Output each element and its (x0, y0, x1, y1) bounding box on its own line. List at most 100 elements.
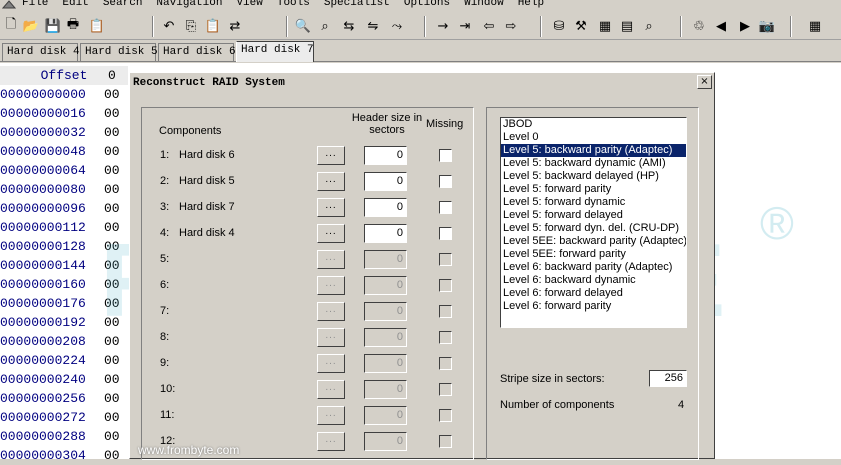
browse-component-button[interactable]: ... (317, 354, 345, 373)
missing-checkbox[interactable] (439, 357, 452, 370)
undo-icon[interactable]: ↶ (160, 17, 178, 35)
menu-window[interactable]: Window (464, 0, 504, 9)
header-size-input[interactable]: 0 (364, 146, 407, 165)
hex-byte-cell[interactable]: 00 (104, 199, 126, 218)
raid-type-list[interactable]: JBOD Level 0 Level 5: backward parity (Ada… (500, 117, 687, 328)
missing-checkbox[interactable] (439, 383, 452, 396)
menu-options[interactable]: Options (404, 0, 450, 9)
hex-byte-cell[interactable]: 00 (104, 446, 126, 465)
header-size-input[interactable]: 0 (364, 224, 407, 243)
header-size-input[interactable]: 0 (364, 354, 407, 373)
paste-icon[interactable]: 📋 (204, 17, 222, 35)
header-size-input[interactable]: 0 (364, 250, 407, 269)
header-size-input[interactable]: 0 (364, 198, 407, 217)
goto-icon[interactable]: → (434, 17, 452, 35)
menu-tools[interactable]: Tools (277, 0, 310, 9)
header-size-input[interactable]: 0 (364, 302, 407, 321)
replace-icon[interactable]: ⇆ (340, 17, 358, 35)
raid-type-option[interactable]: Level 6: forward parity (501, 300, 686, 313)
header-size-input[interactable]: 0 (364, 406, 407, 425)
raid-type-option[interactable]: Level 5EE: forward parity (501, 248, 686, 261)
raid-type-option[interactable]: Level 5: forward dynamic (501, 196, 686, 209)
hex-byte-cell[interactable]: 00 (104, 218, 126, 237)
raid-type-option[interactable]: JBOD (501, 118, 686, 131)
browse-component-button[interactable]: ... (317, 302, 345, 321)
hex-byte-cell[interactable]: 00 (104, 351, 126, 370)
header-size-input[interactable]: 0 (364, 276, 407, 295)
hex-byte-cell[interactable]: 00 (104, 161, 126, 180)
browse-component-button[interactable]: ... (317, 146, 345, 165)
hex-byte-cell[interactable]: 00 (104, 275, 126, 294)
hex-byte-cell[interactable]: 00 (104, 237, 126, 256)
raid-type-option[interactable]: Level 5: backward parity (Adaptec) (501, 144, 686, 157)
replace-hex-icon[interactable]: ⇋ (364, 17, 382, 35)
header-size-input[interactable]: 0 (364, 172, 407, 191)
menu-edit[interactable]: Edit (62, 0, 88, 9)
forward-icon[interactable]: ⇨ (502, 17, 520, 35)
new-icon[interactable]: 🗋 (2, 17, 20, 35)
raid-type-option[interactable]: Level 0 (501, 131, 686, 144)
back-icon[interactable]: ⇦ (480, 17, 498, 35)
missing-checkbox[interactable] (439, 201, 452, 214)
hex-byte-cell[interactable]: 00 (104, 370, 126, 389)
menu-navigation[interactable]: Navigation (156, 0, 222, 9)
browse-component-button[interactable]: ... (317, 432, 345, 451)
raid-type-option[interactable]: Level 6: backward parity (Adaptec) (501, 261, 686, 274)
next-icon[interactable]: ▶ (736, 17, 754, 35)
browse-component-button[interactable]: ... (317, 250, 345, 269)
hex-byte-cell[interactable]: 00 (104, 180, 126, 199)
disk-icon[interactable]: ⛁ (550, 17, 568, 35)
recycle-icon[interactable]: ♲ (690, 17, 708, 35)
tab-hard-disk-6[interactable]: Hard disk 6 (158, 43, 236, 61)
hex-byte-cell[interactable]: 00 (104, 294, 126, 313)
raid-type-option[interactable]: Level 5: backward delayed (HP) (501, 170, 686, 183)
raid-type-option[interactable]: Level 6: forward delayed (501, 287, 686, 300)
header-size-input[interactable]: 0 (364, 328, 407, 347)
analyze-icon[interactable]: ⌕ (640, 17, 658, 35)
goto-offset-icon[interactable]: ⇥ (456, 17, 474, 35)
browse-component-button[interactable]: ... (317, 224, 345, 243)
raid-type-option[interactable]: Level 5: forward dyn. del. (CRU-DP) (501, 222, 686, 235)
find-hex-icon[interactable]: ⌕ (316, 17, 334, 35)
menu-search[interactable]: Search (103, 0, 143, 9)
browse-component-button[interactable]: ... (317, 380, 345, 399)
header-size-input[interactable]: 0 (364, 432, 407, 451)
missing-checkbox[interactable] (439, 435, 452, 448)
hex-byte-cell[interactable]: 00 (104, 85, 126, 104)
properties-icon[interactable]: 📋 (88, 17, 106, 35)
browse-component-button[interactable]: ... (317, 172, 345, 191)
menu-help[interactable]: Help (518, 0, 544, 9)
missing-checkbox[interactable] (439, 279, 452, 292)
tab-hard-disk-5[interactable]: Hard disk 5 (80, 43, 158, 61)
browse-component-button[interactable]: ... (317, 328, 345, 347)
menu-specialist[interactable]: Specialist (324, 0, 390, 9)
open-icon[interactable]: 📂 (22, 17, 40, 35)
camera-icon[interactable]: 📷 (758, 17, 776, 35)
browse-component-button[interactable]: ... (317, 276, 345, 295)
raid-type-option[interactable]: Level 5: backward dynamic (AMI) (501, 157, 686, 170)
hex-byte-cell[interactable]: 00 (104, 104, 126, 123)
hex-byte-cell[interactable]: 00 (104, 123, 126, 142)
raid-type-option[interactable]: Level 5: forward parity (501, 183, 686, 196)
missing-checkbox[interactable] (439, 253, 452, 266)
raid-type-option[interactable]: Level 6: backward dynamic (501, 274, 686, 287)
info-icon[interactable]: ▦ (806, 17, 824, 35)
copy-icon[interactable]: ⎘ (182, 17, 200, 35)
ram-icon[interactable]: ▦ (596, 17, 614, 35)
browse-component-button[interactable]: ... (317, 198, 345, 217)
missing-checkbox[interactable] (439, 175, 452, 188)
browse-component-button[interactable]: ... (317, 406, 345, 425)
missing-checkbox[interactable] (439, 331, 452, 344)
menu-view[interactable]: View (236, 0, 262, 9)
save-icon[interactable]: 💾 (44, 17, 62, 35)
hex-byte-cell[interactable]: 00 (104, 408, 126, 427)
menu-file[interactable]: File (22, 0, 48, 9)
tab-hard-disk-7[interactable]: Hard disk 7 (236, 41, 314, 62)
raid-type-option[interactable]: Level 5: forward delayed (501, 209, 686, 222)
print-icon[interactable]: 🖶 (64, 17, 82, 35)
calc-icon[interactable]: ▤ (618, 17, 636, 35)
missing-checkbox[interactable] (439, 149, 452, 162)
header-size-input[interactable]: 0 (364, 380, 407, 399)
missing-checkbox[interactable] (439, 409, 452, 422)
hex-convert-icon[interactable]: ⇄ (226, 17, 244, 35)
